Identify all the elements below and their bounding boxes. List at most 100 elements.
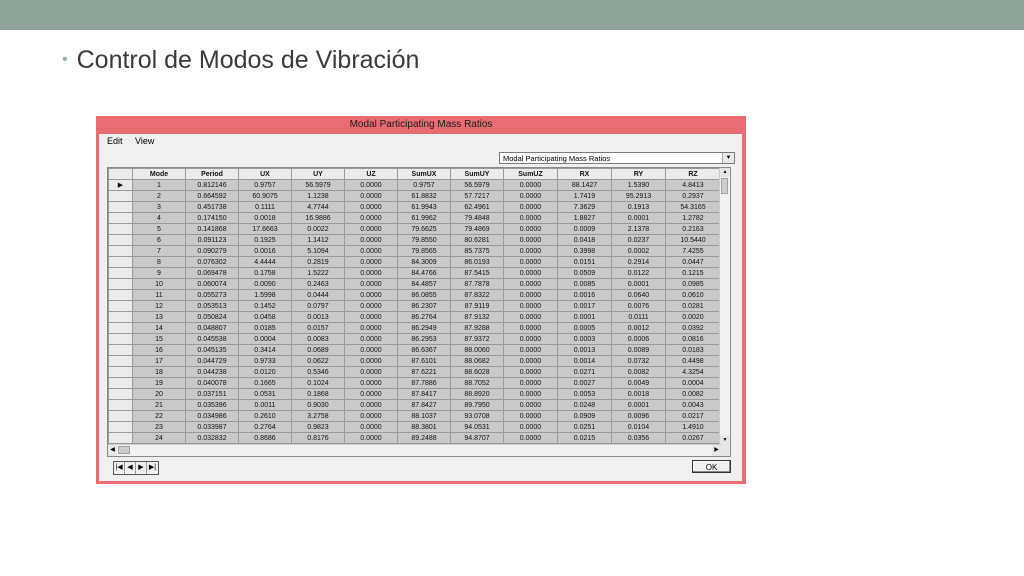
table-cell[interactable]: 0.076302	[185, 256, 239, 268]
table-cell[interactable]: 0.0000	[344, 311, 398, 323]
table-cell[interactable]: 0.0104	[611, 421, 666, 433]
table-cell[interactable]: 0.0012	[611, 322, 666, 334]
table-cell[interactable]: 0.034986	[185, 410, 239, 422]
table-cell[interactable]: 0.050824	[185, 311, 239, 323]
table-cell[interactable]: 2	[132, 190, 186, 202]
table-cell[interactable]: 0.0458	[238, 311, 292, 323]
row-header[interactable]	[108, 322, 133, 334]
column-header-rz[interactable]: RZ	[665, 168, 721, 180]
table-cell[interactable]: 22	[132, 410, 186, 422]
table-cell[interactable]: 86.0193	[450, 256, 504, 268]
table-cell[interactable]: 0.1024	[291, 377, 345, 389]
table-cell[interactable]: 0.0000	[344, 223, 398, 235]
table-cell[interactable]: 5	[132, 223, 186, 235]
table-cell[interactable]: 0.0018	[611, 388, 666, 400]
table-cell[interactable]: 86.2764	[397, 311, 451, 323]
menu-view[interactable]: View	[135, 136, 154, 146]
table-cell[interactable]: 84.3009	[397, 256, 451, 268]
table-cell[interactable]: 61.9962	[397, 212, 451, 224]
table-cell[interactable]: 86.2949	[397, 322, 451, 334]
horizontal-scrollbar[interactable]: ◀ ▶	[108, 444, 721, 456]
table-cell[interactable]: 87.6101	[397, 355, 451, 367]
table-cell[interactable]: 85.7375	[450, 245, 504, 257]
table-cell[interactable]: 20	[132, 388, 186, 400]
table-cell[interactable]: 15	[132, 333, 186, 345]
table-cell[interactable]: 0.2463	[291, 278, 345, 290]
table-cell[interactable]: 0.1452	[238, 300, 292, 312]
table-cell[interactable]: 87.7886	[397, 377, 451, 389]
column-header-sumuy[interactable]: SumUY	[450, 168, 504, 180]
table-cell[interactable]: 2.1378	[611, 223, 666, 235]
table-cell[interactable]: 0.0013	[291, 311, 345, 323]
table-cell[interactable]: 0.0392	[665, 322, 721, 334]
table-cell[interactable]: 0.0016	[557, 289, 612, 301]
table-cell[interactable]: 0.0014	[557, 355, 612, 367]
table-cell[interactable]: 0.1758	[238, 267, 292, 279]
table-row[interactable]: 11 0.055273 1.5998 0.0444 0.0000 86.0855 87.83…	[108, 289, 721, 301]
column-header-period[interactable]: Period	[185, 168, 239, 180]
table-cell[interactable]: 0.0020	[665, 311, 721, 323]
prev-record-icon[interactable]: ◀	[125, 462, 136, 474]
table-cell[interactable]: 0.0003	[557, 333, 612, 345]
table-cell[interactable]: 0.0000	[344, 201, 398, 213]
table-cell[interactable]: 54.3165	[665, 201, 721, 213]
horizontal-scroll-thumb[interactable]	[118, 446, 130, 454]
table-cell[interactable]: 0.0000	[344, 432, 398, 444]
table-cell[interactable]: 0.0122	[611, 267, 666, 279]
table-cell[interactable]: 0.0151	[557, 256, 612, 268]
table-cell[interactable]: 0.0000	[503, 388, 558, 400]
table-cell[interactable]: 0.0000	[503, 245, 558, 257]
table-cell[interactable]: 0.048807	[185, 322, 239, 334]
table-cell[interactable]: 0.045538	[185, 333, 239, 345]
table-cell[interactable]: 84.4766	[397, 267, 451, 279]
table-cell[interactable]: 0.2819	[291, 256, 345, 268]
table-cell[interactable]: 0.0985	[665, 278, 721, 290]
table-cell[interactable]: 0.0281	[665, 300, 721, 312]
table-cell[interactable]: 0.0356	[611, 432, 666, 444]
table-row[interactable]: 9 0.069478 0.1758 1.5222 0.0000 84.4766 87.541…	[108, 267, 721, 279]
table-cell[interactable]: 79.4848	[450, 212, 504, 224]
table-cell[interactable]: 13	[132, 311, 186, 323]
table-cell[interactable]: 0.0000	[503, 300, 558, 312]
table-cell[interactable]: 87.9288	[450, 322, 504, 334]
table-cell[interactable]: 4	[132, 212, 186, 224]
table-cell[interactable]: 0.0001	[611, 278, 666, 290]
row-header[interactable]	[108, 267, 133, 279]
table-cell[interactable]: 8	[132, 256, 186, 268]
table-select-dropdown[interactable]: Modal Participating Mass Ratios ▼	[499, 152, 735, 164]
table-cell[interactable]: 87.6221	[397, 366, 451, 378]
table-cell[interactable]: 0.060074	[185, 278, 239, 290]
table-row[interactable]: 2 0.664592 60.9075 1.1238 0.0000 61.8832 57.72…	[108, 190, 721, 202]
table-cell[interactable]: 79.6625	[397, 223, 451, 235]
table-cell[interactable]: 0.0082	[665, 388, 721, 400]
table-cell[interactable]: 0.0267	[665, 432, 721, 444]
table-cell[interactable]: 86.2953	[397, 333, 451, 345]
table-cell[interactable]: 88.7052	[450, 377, 504, 389]
table-cell[interactable]: 62.4961	[450, 201, 504, 213]
table-cell[interactable]: 87.5415	[450, 267, 504, 279]
table-cell[interactable]: 0.0000	[503, 377, 558, 389]
table-cell[interactable]: 0.451738	[185, 201, 239, 213]
table-cell[interactable]: 0.0053	[557, 388, 612, 400]
table-cell[interactable]: 17.6663	[238, 223, 292, 235]
table-cell[interactable]: 6	[132, 234, 186, 246]
table-cell[interactable]: 4.3254	[665, 366, 721, 378]
table-cell[interactable]: 87.9372	[450, 333, 504, 345]
table-cell[interactable]: 0.0000	[503, 212, 558, 224]
scroll-down-icon[interactable]: ▼	[720, 436, 730, 445]
table-cell[interactable]: 0.0000	[344, 366, 398, 378]
table-cell[interactable]: 0.0000	[344, 267, 398, 279]
table-cell[interactable]: 0.0043	[665, 399, 721, 411]
table-row[interactable]: 22 0.034986 0.2610 3.2758 0.0000 88.1037 93.07…	[108, 410, 721, 422]
table-cell[interactable]: 0.0000	[344, 212, 398, 224]
table-cell[interactable]: 18	[132, 366, 186, 378]
table-cell[interactable]: 0.0000	[503, 432, 558, 444]
table-cell[interactable]: 0.4498	[665, 355, 721, 367]
table-cell[interactable]: 0.0000	[344, 344, 398, 356]
table-cell[interactable]: 0.2764	[238, 421, 292, 433]
table-cell[interactable]: 0.1215	[665, 267, 721, 279]
table-cell[interactable]: 87.8427	[397, 399, 451, 411]
table-cell[interactable]: 0.8176	[291, 432, 345, 444]
table-row[interactable]: 18 0.044238 0.0120 0.5346 0.0000 87.6221 88.60…	[108, 366, 721, 378]
table-cell[interactable]: 0.0185	[238, 322, 292, 334]
